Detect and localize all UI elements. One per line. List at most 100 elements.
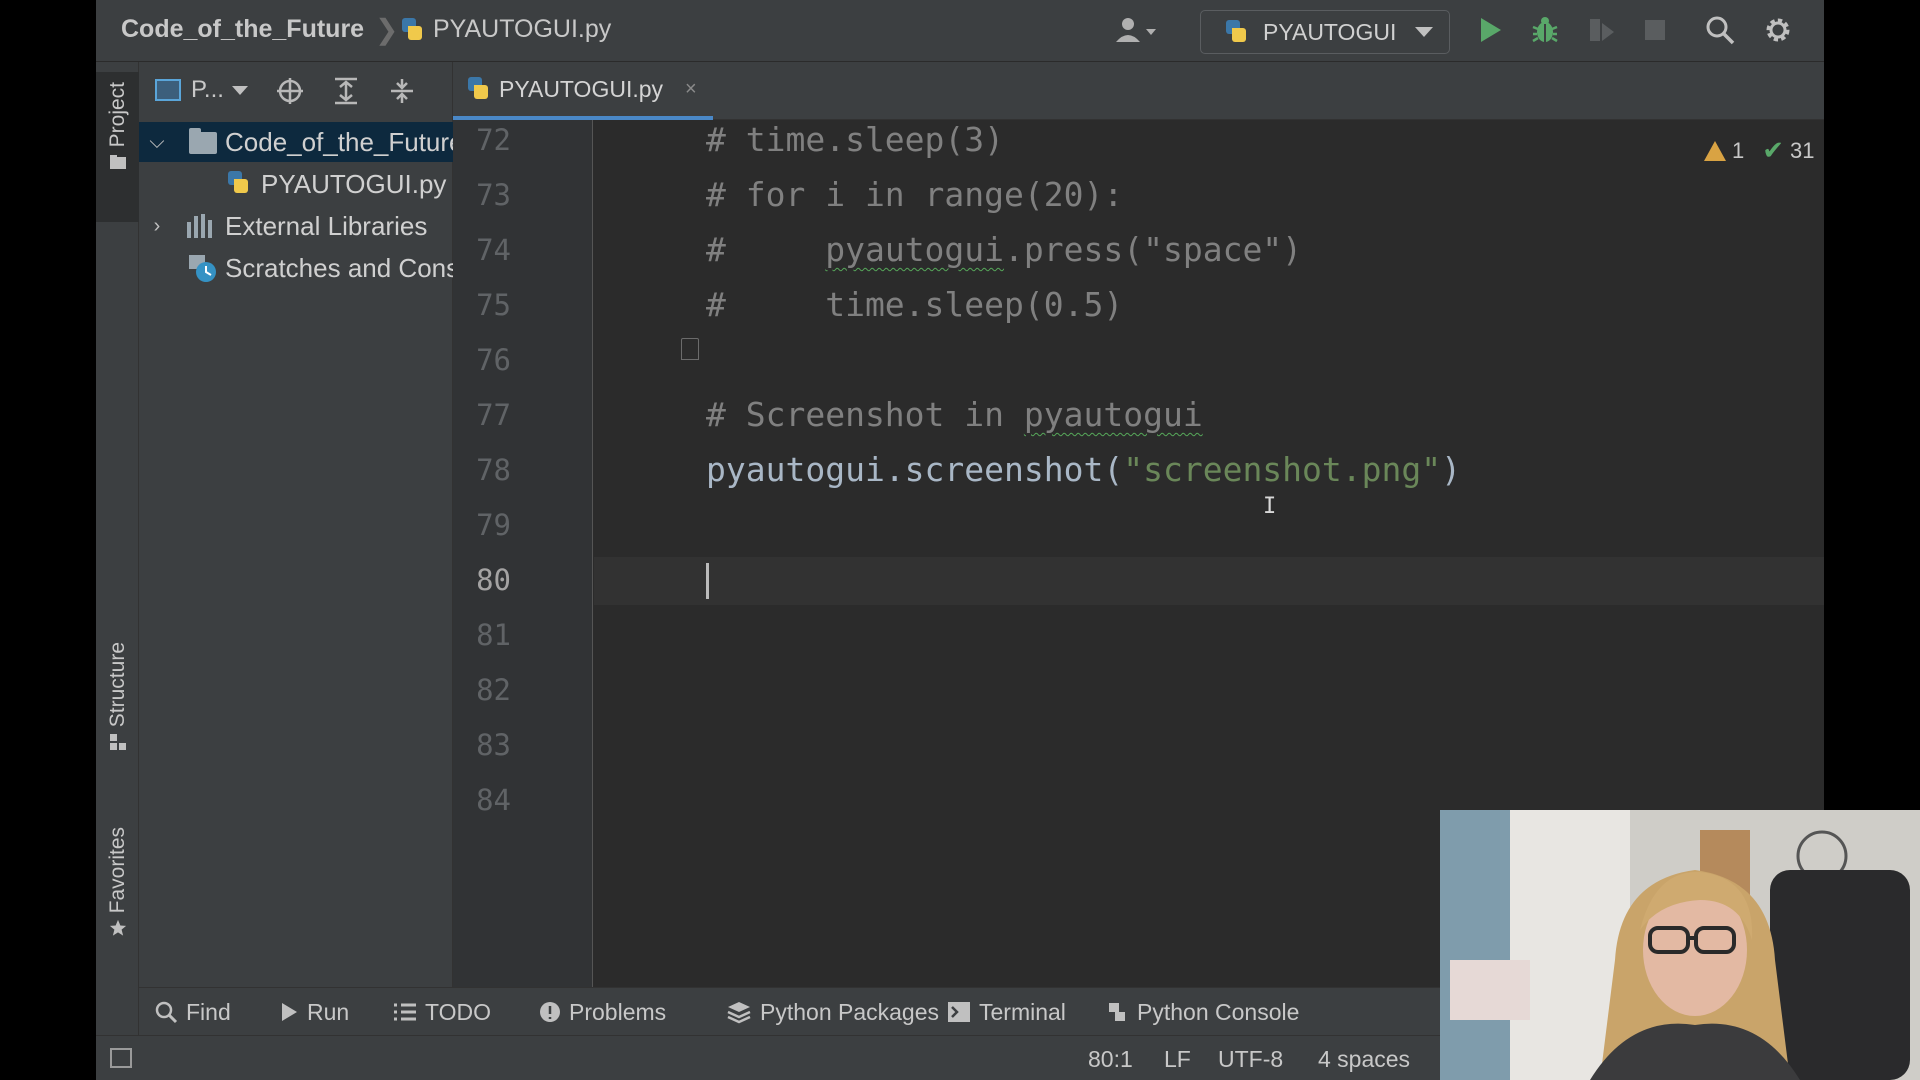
tool-window-label: Problems — [569, 998, 667, 1025]
line-number: 72 — [476, 123, 511, 157]
tool-window-python-console[interactable]: Python Console — [1105, 994, 1299, 1030]
debug-button[interactable] — [1527, 12, 1563, 48]
navigation-bar: Code_of_the_Future ❯ PYAUTOGUI.py PYAUTO… — [96, 0, 1824, 62]
line-number-gutter: 72 73 74 75 76 77 78 79 80 81 82 83 84 — [453, 120, 593, 987]
tree-item-project-root[interactable]: ⌵ Code_of_the_Future — [139, 122, 453, 162]
run-icon — [282, 1003, 297, 1021]
line-number: 82 — [476, 673, 511, 707]
tool-window-label: Python Packages — [760, 998, 940, 1025]
current-line-highlight — [594, 557, 1824, 605]
line-separator[interactable]: LF — [1164, 1046, 1191, 1073]
tool-window-label: TODO — [425, 998, 492, 1025]
code-line: # time.sleep(3) — [706, 120, 1005, 159]
project-view-icon — [155, 79, 181, 101]
tree-item-label: External Libraries — [225, 210, 428, 241]
project-view-select[interactable]: P... — [155, 76, 248, 104]
collapse-all-icon — [391, 79, 413, 103]
todo-list-icon — [394, 1003, 416, 1021]
collapse-all-button[interactable] — [385, 74, 419, 108]
editor-tab-bar: PYAUTOGUI.py × — [453, 62, 1824, 120]
code-token: ) — [1441, 450, 1461, 489]
chevron-down-icon — [231, 85, 248, 95]
indent-setting[interactable]: 4 spaces — [1318, 1046, 1410, 1073]
run-button[interactable] — [1472, 12, 1508, 48]
fold-icon[interactable] — [681, 338, 699, 360]
tool-window-problems[interactable]: Problems — [539, 994, 666, 1030]
tree-item-scratches[interactable]: Scratches and Consoles — [139, 248, 453, 288]
webcam-overlay — [1440, 810, 1920, 1080]
select-opened-file-button[interactable] — [273, 74, 307, 108]
ok-count: 31 — [1790, 137, 1815, 163]
check-icon: ✔ — [1762, 135, 1785, 165]
expand-all-button[interactable] — [329, 74, 363, 108]
tree-item-python-file[interactable]: PYAUTOGUI.py — [139, 164, 453, 204]
tool-window-terminal[interactable]: Terminal — [947, 994, 1066, 1030]
folder-icon — [109, 155, 126, 170]
line-number: 81 — [476, 618, 511, 652]
caret-position[interactable]: 80:1 — [1088, 1046, 1133, 1073]
code-line: # for i in range(20): — [706, 175, 1124, 214]
run-configuration-label: PYAUTOGUI — [1263, 18, 1397, 45]
breadcrumb-project[interactable]: Code_of_the_Future — [121, 15, 364, 44]
breadcrumb-separator-icon: ❯ — [375, 14, 399, 45]
tree-item-label: Code_of_the_Future — [225, 126, 453, 157]
code-line: # Screenshot in pyautogui — [706, 395, 1203, 434]
file-encoding[interactable]: UTF-8 — [1218, 1046, 1283, 1073]
search-icon — [1706, 16, 1735, 45]
settings-button[interactable] — [1760, 12, 1796, 48]
run-with-coverage-button[interactable] — [1583, 12, 1619, 48]
breadcrumb-file[interactable]: PYAUTOGUI.py — [399, 15, 611, 44]
stop-button[interactable] — [1637, 12, 1673, 48]
inspection-widget[interactable]: 1 ✔ 31 ⌃ ⌄ — [1704, 135, 1824, 166]
tool-window-label: Run — [307, 998, 350, 1025]
code-token: pyautogui — [825, 230, 1005, 269]
project-tool-window: P... ⌵ Code_of_the_Future PYAUTOGUI.py ›… — [139, 62, 453, 987]
code-token: "screenshot.png" — [1123, 450, 1442, 489]
search-icon — [155, 1001, 178, 1024]
line-number: 75 — [476, 288, 511, 322]
vcs-user-menu-button[interactable] — [1106, 12, 1166, 48]
code-line: pyautogui.screenshot("screenshot.png") — [706, 450, 1461, 489]
line-number-current: 80 — [476, 563, 511, 597]
tool-window-label: Python Console — [1137, 998, 1300, 1025]
tab-structure[interactable]: Structure — [96, 642, 139, 751]
tab-label: PYAUTOGUI.py — [499, 75, 664, 102]
bug-icon — [1532, 17, 1558, 43]
tool-window-run[interactable]: Run — [279, 994, 349, 1030]
breadcrumb-file-label: PYAUTOGUI.py — [433, 15, 612, 43]
project-toolbar: P... — [139, 62, 453, 120]
code-token: pyautogui — [1023, 395, 1203, 434]
tool-window-python-packages[interactable]: Python Packages — [726, 994, 939, 1030]
search-everywhere-button[interactable] — [1702, 12, 1738, 48]
line-number: 73 — [476, 178, 511, 212]
chevron-down-icon[interactable]: ⌵ — [145, 131, 169, 154]
line-number: 77 — [476, 398, 511, 432]
chevron-right-icon[interactable]: › — [145, 215, 169, 238]
run-configuration-select[interactable]: PYAUTOGUI — [1200, 10, 1450, 54]
line-number: 83 — [476, 728, 511, 762]
run-icon — [1481, 18, 1501, 42]
stop-icon — [1645, 20, 1665, 40]
problems-icon — [540, 1002, 560, 1022]
line-number: 78 — [476, 453, 511, 487]
left-tool-stripe: Project Structure Favorites — [96, 62, 139, 1080]
tab-pyautogui-py[interactable]: PYAUTOGUI.py × — [453, 62, 713, 120]
tool-window-find[interactable]: Find — [154, 994, 231, 1030]
gear-icon — [1766, 18, 1790, 42]
tool-window-label: Find — [186, 998, 231, 1025]
close-icon[interactable]: × — [685, 78, 697, 101]
python-file-icon — [465, 76, 491, 102]
tree-item-label: PYAUTOGUI.py — [261, 168, 447, 199]
code-token: # — [706, 230, 826, 269]
user-icon — [1116, 18, 1156, 42]
tab-project[interactable]: Project — [96, 72, 139, 222]
python-file-icon — [399, 17, 425, 43]
tool-window-todo[interactable]: TODO — [393, 994, 491, 1030]
python-console-icon — [1109, 1003, 1125, 1021]
tab-favorites[interactable]: Favorites — [96, 827, 139, 937]
coverage-icon — [1590, 19, 1614, 41]
mouse-ibeam-cursor-icon: I — [1263, 494, 1277, 519]
tree-item-external-libraries[interactable]: › External Libraries — [139, 206, 453, 246]
project-view-label: P... — [191, 76, 224, 103]
tool-windows-toggle-icon[interactable] — [110, 1048, 132, 1068]
